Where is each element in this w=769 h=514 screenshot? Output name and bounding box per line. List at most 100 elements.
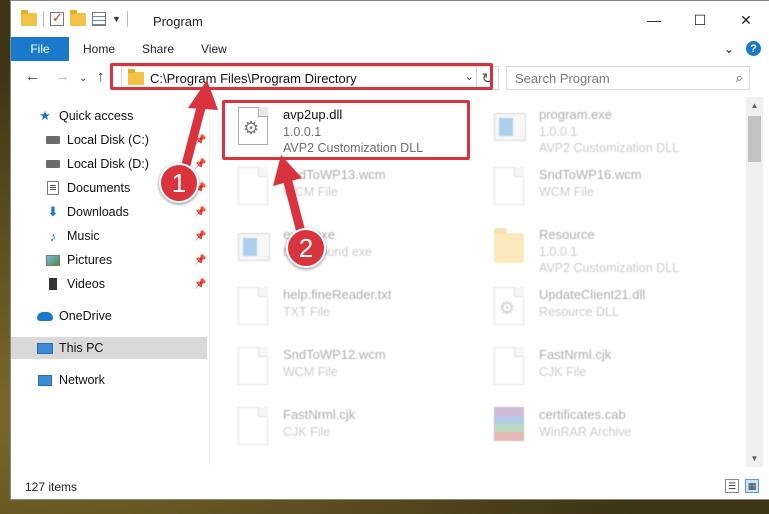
file-version: 1.0.0.1 [539,245,578,259]
sidebar-item-label: Local Disk (C:) [67,133,149,147]
large-icons-view-icon[interactable]: ▦ [745,479,759,493]
file-icon [238,167,270,205]
sidebar-item-label: Documents [67,181,131,195]
scrollbar-thumb[interactable] [748,116,761,162]
file-item[interactable]: FastNrml.cjk CJK File [233,401,483,459]
file-description: AVP2 Customization DLL [539,261,680,275]
properties-check-icon[interactable] [50,10,64,26]
new-folder-icon[interactable] [70,9,86,26]
tab-view[interactable]: View [201,42,227,56]
file-name: SndToWP12.wcm [283,347,386,362]
file-name: program.exe [539,107,612,122]
minimize-button[interactable]: — [631,1,677,39]
document-icon [45,180,61,196]
file-type: WinRAR Archive [539,425,632,439]
sidebar-item-videos[interactable]: Videos 📌 [11,273,207,295]
pin-icon[interactable]: 📌 [194,135,206,146]
file-icon [238,287,270,325]
window-controls: — ☐ ✕ [631,1,769,39]
pin-icon[interactable]: 📌 [194,255,206,266]
window-title: Program [153,14,203,29]
file-type: CJK File [283,425,331,439]
file-item[interactable]: Resource 1.0.0.1 AVP2 Customization DLL [489,221,739,279]
customize-list-icon[interactable] [92,12,106,26]
forward-arrow-icon[interactable]: → [55,68,70,85]
file-item[interactable]: program.exe 1.0.0.1 AVP2 Customization D… [489,101,739,159]
scroll-up-icon[interactable]: ▲ [746,97,763,114]
tab-file[interactable]: File [11,37,69,61]
sidebar-item-label: Music [67,229,100,243]
sidebar-item-downloads[interactable]: ⬇ Downloads 📌 [11,201,207,223]
chevron-down-icon[interactable]: ▼ [112,14,121,24]
file-name: FastNrml.cjk [539,347,612,362]
close-button[interactable]: ✕ [723,1,769,39]
tab-share[interactable]: Share [142,42,174,56]
file-item[interactable]: help.fineReader.txt TXT File [233,281,483,339]
file-type: WCM File [283,365,338,379]
sidebar-item-network[interactable]: Network [11,369,207,391]
search-input[interactable]: Search Program ⌕ [506,66,750,90]
file-description: AVP2 Customization DLL [539,141,680,155]
file-item[interactable]: FastNrml.cjk CJK File [489,341,739,399]
file-name: certificates.cab [539,407,626,422]
back-arrow-icon[interactable]: ← [25,68,40,85]
sidebar-item-pictures[interactable]: Pictures 📌 [11,249,207,271]
file-name: UpdateClient21.dll [539,287,646,302]
sidebar-item-local-disk-c[interactable]: Local Disk (C:) 📌 [11,129,207,151]
file-item[interactable]: SndToWP16.wcm WCM File [489,161,739,219]
sidebar-item-label: OneDrive [59,309,112,323]
search-icon[interactable]: ⌕ [736,70,743,86]
pin-icon[interactable]: 📌 [194,231,206,242]
file-version: 1.0.0.1 [539,125,578,139]
network-icon [37,372,53,388]
vertical-scrollbar[interactable]: ▲ ▼ [746,97,763,467]
file-item[interactable]: ⚙ UpdateClient21.dll Resource DLL [489,281,739,339]
expand-ribbon-icon[interactable]: ⌄ [724,42,734,56]
pin-icon[interactable]: 📌 [194,159,206,170]
file-type: TXT File [283,305,330,319]
music-note-icon: ♪ [49,228,57,244]
file-item[interactable]: exec.exe background exe [233,221,483,279]
drive-icon [45,132,61,148]
file-icon [238,347,270,385]
toolbar-separator [126,11,128,27]
file-type: CJK File [539,365,587,379]
drive-icon [45,156,61,172]
star-icon: ★ [39,108,51,123]
maximize-button[interactable]: ☐ [677,1,723,39]
pane-divider[interactable] [209,97,210,467]
file-type: WCM File [283,185,338,199]
file-item[interactable]: SndToWP13.wcm WCM File [233,161,483,219]
file-type: WCM File [539,185,594,199]
navigation-pane: ★ Quick access Local Disk (C:) 📌 Local D… [11,97,207,467]
up-arrow-icon[interactable]: ↑ [97,68,105,85]
file-name: Resource [539,227,595,242]
details-view-icon[interactable]: ☰ [725,479,739,493]
pin-icon[interactable]: 📌 [194,279,206,290]
film-strip-icon [45,276,61,292]
step-badge-2: 2 [286,228,326,268]
file-item[interactable]: certificates.cab WinRAR Archive [489,401,739,459]
sidebar-item-this-pc[interactable]: This PC [11,337,207,359]
file-icon [238,407,270,445]
sidebar-item-label: Quick access [59,109,134,123]
step-badge-1: 1 [159,163,199,203]
winrar-icon [494,407,526,445]
help-icon[interactable]: ? [746,41,761,56]
sidebar-item-music[interactable]: ♪ Music 📌 [11,225,207,247]
exe-icon [238,227,270,265]
dll-gear-icon: ⚙ [494,287,526,325]
file-item[interactable]: SndToWP12.wcm WCM File [233,341,483,399]
recent-locations-icon[interactable]: ⌄ [79,73,87,84]
sidebar-item-onedrive[interactable]: OneDrive [11,305,207,327]
toolbar-separator [43,11,44,27]
title-bar[interactable]: ▼ Program — ☐ ✕ [11,1,769,39]
scroll-down-icon[interactable]: ▼ [746,450,763,467]
exe-icon [494,107,526,145]
sidebar-item-label: This PC [59,341,104,355]
sidebar-item-quick-access[interactable]: ★ Quick access [11,105,207,127]
pin-icon[interactable]: 📌 [194,207,206,218]
file-icon [494,167,526,205]
status-bar: 127 items ☰ ▦ [11,475,769,499]
tab-home[interactable]: Home [83,42,115,56]
